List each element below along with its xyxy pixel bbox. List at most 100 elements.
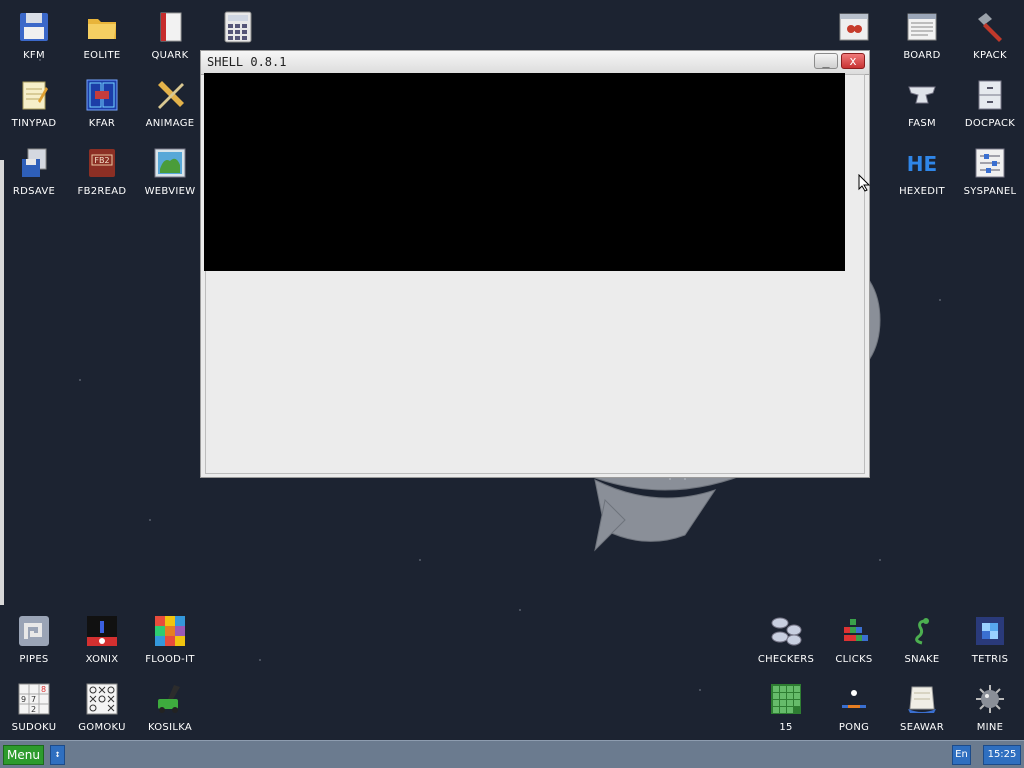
snake-desktop-icon[interactable]: SNAKE	[888, 614, 956, 678]
lawnmower-icon	[158, 685, 180, 713]
fb2read-desktop-icon[interactable]: FB2 FB2READ	[68, 146, 136, 210]
board-icon	[907, 13, 937, 41]
language-indicator[interactable]: En	[952, 745, 971, 765]
tetris-desktop-icon[interactable]: TETRIS	[956, 614, 1024, 678]
panels-icon	[86, 79, 118, 111]
flood-it-desktop-icon[interactable]: FLOOD-IT	[136, 614, 204, 678]
icon-label: SUDOKU	[11, 722, 57, 733]
menu-button[interactable]: Menu	[3, 745, 44, 765]
clicks-desktop-icon[interactable]: CLICKS	[820, 614, 888, 678]
eolite-desktop-icon[interactable]: EOLITE	[68, 10, 136, 74]
icon-label: SEAWAR	[900, 722, 944, 733]
rdsave-desktop-icon[interactable]: RDSAVE	[0, 146, 68, 210]
pencil-ruler-icon	[158, 81, 184, 109]
gomoku-desktop-icon[interactable]: GOMOKU	[68, 682, 136, 746]
svg-text:7: 7	[31, 695, 36, 704]
icon-label: EOLITE	[83, 50, 121, 61]
fifteen-icon	[771, 684, 801, 714]
icon-label: ANIMAGE	[145, 118, 195, 129]
icon-label: KFAR	[88, 118, 116, 129]
mouse-cursor-icon	[858, 174, 870, 192]
close-button[interactable]: x	[841, 53, 865, 69]
xonix-icon	[87, 616, 117, 646]
minimize-button[interactable]: _	[814, 53, 838, 69]
icon-label: SNAKE	[904, 654, 940, 665]
icon-label: DOCPACK	[964, 118, 1016, 129]
he-icon: HE	[907, 152, 937, 176]
seawar-desktop-icon[interactable]: SEAWAR	[888, 682, 956, 746]
kfar-desktop-icon[interactable]: KFAR	[68, 78, 136, 142]
web-map-icon	[154, 148, 186, 178]
he-glyph: HE	[907, 152, 937, 176]
hexedit-desktop-icon[interactable]: HE HEXEDIT	[888, 146, 956, 210]
icon-label: FB2READ	[77, 186, 127, 197]
folder-icon	[88, 19, 116, 39]
window-title: SHELL 0.8.1	[207, 55, 287, 69]
checkers-desktop-icon[interactable]: CHECKERS	[752, 614, 820, 678]
kosilka-desktop-icon[interactable]: KOSILKA	[136, 682, 204, 746]
icon-label: QUARK	[151, 50, 189, 61]
quark-desktop-icon[interactable]: QUARK	[136, 10, 204, 74]
icon-label: WEBVIEW	[144, 186, 196, 197]
mine-icon	[976, 685, 1004, 713]
seawar-icon	[908, 686, 936, 713]
left-edge-line	[0, 160, 4, 605]
flood-it-icon	[155, 616, 185, 646]
icon-label: HEXEDIT	[899, 186, 945, 197]
icon-label: PIPES	[19, 654, 49, 665]
clicks-icon	[844, 619, 868, 641]
pipes-desktop-icon[interactable]: PIPES	[0, 614, 68, 678]
xonix-desktop-icon[interactable]: XONIX	[68, 614, 136, 678]
icon-label: SYSPANEL	[963, 186, 1017, 197]
icon-label: MINE	[976, 722, 1004, 733]
tinypad-desktop-icon[interactable]: TINYPAD	[0, 78, 68, 142]
svg-text:2: 2	[31, 705, 36, 714]
window-switch-button[interactable]: ↕	[50, 745, 65, 765]
checkers-icon	[771, 617, 802, 646]
cabinet-icon	[978, 80, 1002, 110]
icon-label: XONIX	[85, 654, 119, 665]
icon-label: CLICKS	[835, 654, 873, 665]
pong-desktop-icon[interactable]: PONG	[820, 682, 888, 746]
sliders-icon	[975, 148, 1005, 178]
icon-label: 15	[779, 722, 793, 733]
fb2-book-icon: FB2	[89, 149, 115, 177]
icon-label: PONG	[838, 722, 870, 733]
icon-label: KOSILKA	[147, 722, 193, 733]
terminal-output[interactable]	[204, 73, 845, 271]
hammer-icon	[978, 13, 1002, 42]
ram-disk-icon	[22, 148, 47, 177]
bug-icon	[839, 13, 869, 41]
icon-label: TINYPAD	[11, 118, 57, 129]
floppy-disk-icon	[20, 13, 48, 41]
icon-label: GOMOKU	[78, 722, 126, 733]
icon-label: TETRIS	[971, 654, 1009, 665]
snake-icon	[915, 618, 929, 645]
svg-text:8: 8	[41, 685, 46, 694]
fasm-desktop-icon[interactable]: FASM	[888, 78, 956, 142]
icon-label: RDSAVE	[12, 186, 56, 197]
book-icon	[160, 12, 182, 42]
icon-label: FLOOD-IT	[145, 654, 195, 665]
clock: 15:25	[983, 745, 1021, 765]
kpack-desktop-icon[interactable]: KPACK	[956, 10, 1024, 74]
animage-desktop-icon[interactable]: ANIMAGE	[136, 78, 204, 142]
mine-desktop-icon[interactable]: MINE	[956, 682, 1024, 746]
syspanel-desktop-icon[interactable]: SYSPANEL	[956, 146, 1024, 210]
icon-label: KFM	[23, 50, 45, 61]
sudoku-icon: 9 78 2	[18, 683, 50, 715]
window-titlebar[interactable]: SHELL 0.8.1 _ x	[201, 51, 869, 75]
pipes-icon	[19, 616, 49, 646]
gomoku-icon	[86, 683, 118, 715]
board-desktop-icon[interactable]: BOARD	[888, 10, 956, 74]
notepad-icon	[22, 81, 48, 110]
fifteen-desktop-icon[interactable]: 15	[752, 682, 820, 746]
kfm-desktop-icon[interactable]: KFM	[0, 10, 68, 74]
icon-label: FASM	[908, 118, 936, 129]
sudoku-desktop-icon[interactable]: 978 2 SUDOKU	[0, 682, 68, 746]
svg-text:9: 9	[21, 695, 26, 704]
pong-icon	[842, 690, 866, 708]
icon-label: KPACK	[973, 50, 1007, 61]
docpack-desktop-icon[interactable]: DOCPACK	[956, 78, 1024, 142]
webview-desktop-icon[interactable]: WEBVIEW	[136, 146, 204, 210]
